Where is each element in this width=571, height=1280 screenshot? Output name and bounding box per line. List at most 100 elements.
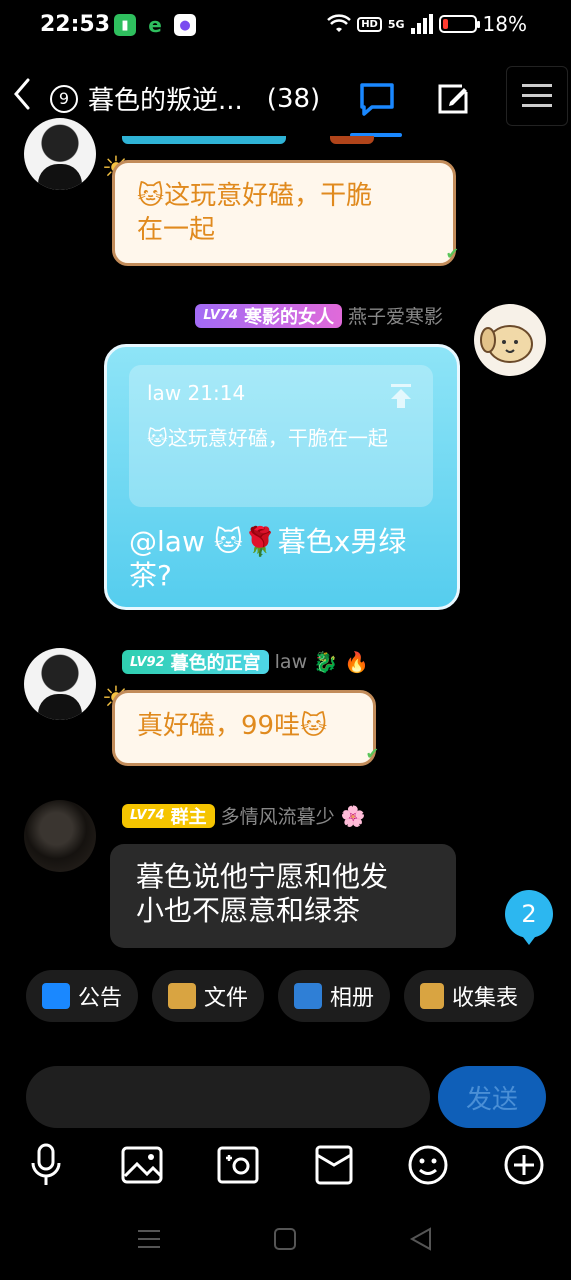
battery-saver-icon: ▮ bbox=[114, 14, 136, 36]
quote-text: 🐱这玩意好磕，干脆在一起 bbox=[147, 426, 388, 450]
edit-button[interactable] bbox=[428, 74, 478, 124]
chat-header: 9 暮色的叛逆... (38) bbox=[0, 60, 571, 137]
title-badge-text: 寒影的女人 bbox=[243, 306, 334, 328]
message-text-line: 小也不愿意和绿茶 bbox=[136, 894, 361, 927]
fire-icon: 🔥 bbox=[344, 650, 369, 674]
status-bar: 22:53 ▮ e ● HD 5G 18% bbox=[0, 0, 571, 52]
quote-header: law 21:14 bbox=[147, 381, 246, 405]
unread-count-badge[interactable]: 2 bbox=[505, 890, 553, 945]
photo-button[interactable] bbox=[118, 1140, 166, 1190]
member-count: (38) bbox=[266, 83, 321, 114]
quick-actions-bar: 公告 文件 相册 收集表 bbox=[26, 970, 535, 1022]
dragon-icon: 🐉 bbox=[313, 650, 339, 674]
red-packet-button[interactable] bbox=[310, 1140, 358, 1190]
previous-badge-partial bbox=[122, 136, 286, 144]
album-button[interactable]: 相册 bbox=[278, 970, 391, 1022]
leaf-decoration-icon: ✔ bbox=[445, 244, 459, 263]
input-row: 发送 bbox=[26, 1066, 546, 1130]
plus-circle-icon bbox=[504, 1145, 544, 1185]
scroll-to-top-icon[interactable] bbox=[389, 383, 413, 409]
emoji-button[interactable] bbox=[404, 1140, 452, 1190]
status-time: 22:53 bbox=[40, 12, 111, 37]
avatar[interactable] bbox=[474, 304, 546, 376]
battery-percent: 18% bbox=[482, 12, 527, 36]
message-bubble[interactable]: law 21:14 🐱这玩意好磕，干脆在一起 @law 🐱🌹暮色x男绿茶? bbox=[104, 344, 460, 610]
leaf-decoration-icon: ✔ bbox=[365, 744, 379, 763]
avatar[interactable] bbox=[24, 648, 96, 720]
back-icon[interactable] bbox=[8, 74, 36, 114]
dog-avatar-icon bbox=[480, 325, 533, 363]
menu-button[interactable] bbox=[506, 66, 568, 126]
previous-badge-partial-2 bbox=[330, 136, 374, 144]
edit-icon bbox=[438, 84, 468, 114]
message-text-line: 在一起 bbox=[137, 215, 216, 245]
camera-button[interactable] bbox=[214, 1140, 262, 1190]
quoted-message[interactable]: law 21:14 🐱这玩意好磕，干脆在一起 bbox=[129, 365, 433, 507]
sender-info: LV74 寒影的女人 燕子爱寒影 bbox=[195, 302, 443, 329]
group-badge: 9 bbox=[50, 84, 78, 113]
message-text: 真好磕，99哇🐱 bbox=[137, 711, 328, 741]
chat-bubble-icon bbox=[360, 83, 394, 116]
more-button[interactable] bbox=[500, 1140, 548, 1190]
title-badge: LV74 寒影的女人 bbox=[195, 303, 342, 328]
wifi-icon bbox=[327, 14, 352, 32]
level-label: LV74 bbox=[130, 808, 165, 823]
status-right: HD 5G 18% bbox=[327, 12, 527, 36]
announcement-button[interactable]: 公告 bbox=[26, 970, 139, 1022]
chat-app-icon: ● bbox=[174, 14, 196, 36]
album-label: 相册 bbox=[330, 986, 375, 1011]
home-icon[interactable] bbox=[270, 1226, 300, 1252]
title-badge: LV92 暮色的正宫 bbox=[122, 650, 269, 674]
form-button[interactable]: 收集表 bbox=[404, 970, 535, 1022]
system-nav-bar bbox=[0, 1200, 571, 1280]
emoji-icon bbox=[408, 1145, 448, 1185]
input-toolbar bbox=[0, 1140, 571, 1192]
hd-icon: HD bbox=[357, 16, 382, 32]
group-title[interactable]: 9 暮色的叛逆... (38) bbox=[50, 80, 320, 117]
announcement-label: 公告 bbox=[78, 986, 123, 1011]
title-badge-text: 群主 bbox=[170, 806, 207, 828]
chat-tab-button[interactable] bbox=[352, 74, 402, 124]
message-input[interactable] bbox=[26, 1066, 430, 1128]
back-nav-icon[interactable] bbox=[406, 1226, 436, 1252]
microphone-icon bbox=[31, 1143, 61, 1185]
title-badge-text: 暮色的正宫 bbox=[170, 653, 261, 674]
message-text-line: 暮色说他宁愿和他发 bbox=[136, 860, 389, 893]
flower-icon: 🌸 bbox=[340, 803, 366, 828]
browser-icon: e bbox=[148, 13, 162, 37]
image-icon bbox=[121, 1146, 163, 1184]
files-button[interactable]: 文件 bbox=[152, 970, 265, 1022]
message-bubble[interactable]: 暮色说他宁愿和他发 小也不愿意和绿茶 bbox=[110, 844, 456, 948]
battery-icon bbox=[438, 15, 480, 33]
message-bubble[interactable]: 真好磕，99哇🐱 ✔ bbox=[112, 690, 379, 766]
form-label: 收集表 bbox=[452, 986, 519, 1011]
sender-info: LV92 暮色的正宫 law 🐉 🔥 bbox=[122, 650, 369, 674]
avatar[interactable] bbox=[24, 800, 96, 872]
announcement-icon bbox=[42, 983, 70, 1009]
files-label: 文件 bbox=[204, 986, 249, 1011]
sender-nickname: 多情风流暮少 bbox=[220, 806, 335, 828]
recents-icon[interactable] bbox=[134, 1226, 164, 1252]
red-packet-icon bbox=[315, 1145, 353, 1185]
sender-nickname: law bbox=[274, 651, 308, 673]
signal-icon bbox=[410, 14, 433, 34]
photo-album-icon bbox=[294, 983, 323, 1009]
group-name: 暮色的叛逆... bbox=[88, 86, 243, 116]
folder-icon bbox=[168, 983, 197, 1009]
level-label: LV74 bbox=[203, 308, 238, 323]
network-type: 5G bbox=[387, 17, 405, 31]
sender-info: LV74 群主 多情风流暮少 🌸 bbox=[122, 802, 366, 829]
message-text-line: 🐱这玩意好磕，干脆 bbox=[137, 181, 373, 211]
menu-icon bbox=[522, 84, 552, 107]
message-text: @law 🐱🌹暮色x男绿茶? bbox=[129, 525, 407, 592]
clipboard-icon bbox=[420, 983, 445, 1009]
avatar[interactable] bbox=[24, 118, 96, 190]
camera-icon bbox=[217, 1146, 259, 1184]
notification-icons: ▮ e ● bbox=[114, 13, 196, 37]
title-badge: LV74 群主 bbox=[122, 803, 215, 828]
sender-nickname: 燕子爱寒影 bbox=[347, 306, 443, 328]
level-label: LV92 bbox=[130, 654, 165, 670]
voice-button[interactable] bbox=[22, 1140, 70, 1190]
message-bubble[interactable]: 🐱这玩意好磕，干脆 在一起 ✔ bbox=[112, 160, 459, 266]
send-button[interactable]: 发送 bbox=[438, 1066, 546, 1128]
